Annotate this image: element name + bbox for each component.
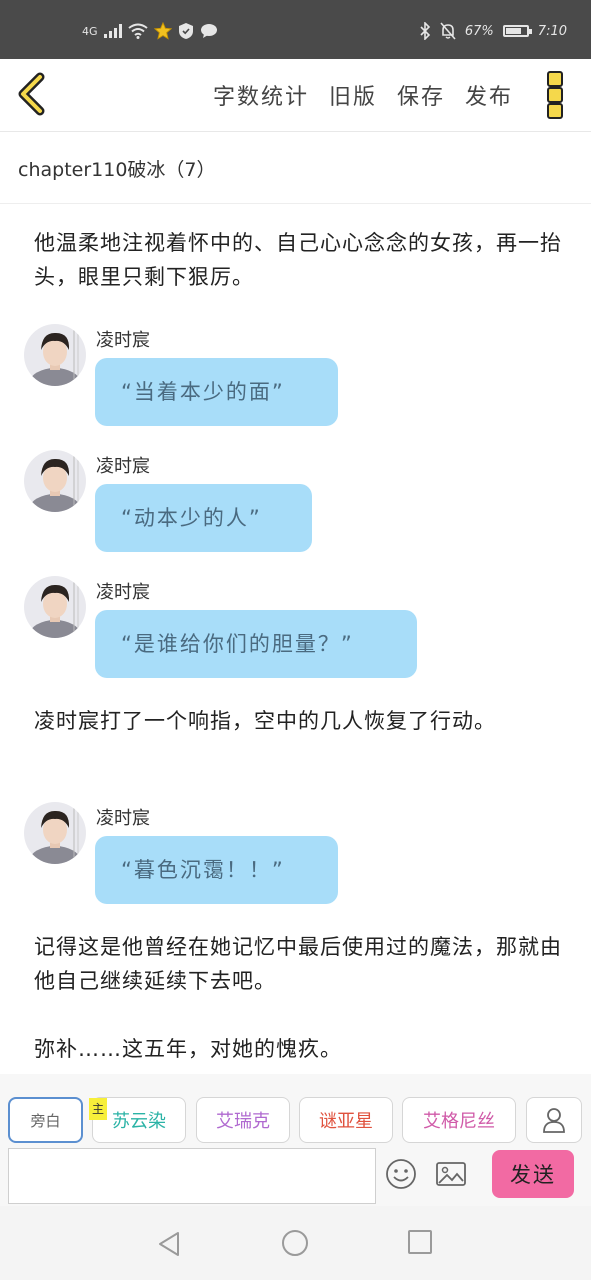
save-button[interactable]: 保存 — [397, 79, 445, 111]
character-chip[interactable]: 艾瑞克 — [196, 1097, 290, 1143]
battery-icon — [502, 25, 532, 37]
back-arrow-icon[interactable] — [14, 71, 50, 117]
speaker-name: 凌时宸 — [96, 330, 150, 351]
bluetooth-icon — [420, 22, 431, 40]
narration-block[interactable]: 凌时宸打了一个响指，空中的几人恢复了行动。 — [34, 704, 564, 738]
avatar[interactable] — [24, 802, 86, 864]
send-button[interactable]: 发送 — [492, 1150, 574, 1198]
speaker-name: 凌时宸 — [96, 456, 150, 477]
story-content: 他温柔地注视着怀中的、自己心心念念的女孩，再一抬头，眼里只剩下狠厉。 凌时宸 “… — [0, 204, 591, 1074]
main-character-tag: 主 — [89, 1098, 107, 1120]
speaker-name: 凌时宸 — [96, 808, 150, 829]
header-actions: 字数统计 旧版 保存 发布 — [213, 79, 513, 111]
battery-fill — [505, 28, 521, 34]
signal-icon — [103, 24, 122, 38]
narration-block[interactable]: 弥补……这五年，对她的愧疚。 — [34, 1032, 564, 1066]
system-nav-bar — [0, 1206, 591, 1280]
message-input[interactable] — [8, 1148, 376, 1204]
dialogue-bubble[interactable]: “是谁给你们的胆量？” — [95, 610, 417, 678]
image-icon[interactable] — [434, 1157, 468, 1191]
emoji-icon[interactable] — [384, 1157, 418, 1191]
publish-button[interactable]: 发布 — [465, 79, 513, 111]
status-bar: 4G 67% 7:10 — [0, 0, 591, 59]
chapter-title-row: chapter110破冰（7） — [0, 131, 591, 204]
word-count-button[interactable]: 字数统计 — [213, 79, 309, 111]
shield-icon — [178, 23, 193, 39]
more-menu-icon[interactable] — [547, 71, 569, 119]
chapter-title[interactable]: chapter110破冰（7） — [18, 155, 216, 182]
avatar[interactable] — [24, 450, 86, 512]
speaker-name: 凌时宸 — [96, 582, 150, 603]
status-left: 4G — [82, 22, 218, 40]
dialogue-bubble[interactable]: “暮色沉霭！！” — [95, 836, 338, 904]
add-character-button[interactable] — [526, 1097, 582, 1143]
wifi-icon — [127, 23, 148, 39]
battery-percent: 67% — [464, 23, 494, 39]
narration-block[interactable]: 记得这是他曾经在她记忆中最后使用过的魔法，那就由他自己继续延续下去吧。 — [34, 930, 564, 998]
avatar[interactable] — [24, 576, 86, 638]
character-chip[interactable]: 谜亚星 — [299, 1097, 393, 1143]
dialogue-bubble[interactable]: “动本少的人” — [95, 484, 312, 552]
avatar[interactable] — [24, 324, 86, 386]
narration-block[interactable]: 他温柔地注视着怀中的、自己心心念念的女孩，再一抬头，眼里只剩下狠厉。 — [34, 226, 564, 294]
nav-home-icon[interactable] — [282, 1230, 308, 1256]
network-type: 4G — [82, 24, 98, 38]
status-right: 67% 7:10 — [419, 22, 567, 40]
character-chip[interactable]: 艾格尼丝 — [402, 1097, 516, 1143]
message-icon — [200, 24, 217, 38]
star-icon — [153, 22, 172, 40]
nav-back-icon[interactable] — [156, 1230, 182, 1258]
person-icon — [543, 1108, 565, 1133]
old-version-button[interactable]: 旧版 — [329, 79, 377, 111]
input-row: 发送 — [0, 1144, 591, 1206]
clock: 7:10 — [537, 23, 567, 39]
editor-header: 字数统计 旧版 保存 发布 — [0, 59, 591, 132]
dialogue-bubble[interactable]: “当着本少的面” — [95, 358, 338, 426]
nav-recent-icon[interactable] — [408, 1230, 432, 1254]
bell-muted-icon — [440, 22, 456, 40]
aside-button[interactable]: 旁白 — [8, 1097, 83, 1143]
